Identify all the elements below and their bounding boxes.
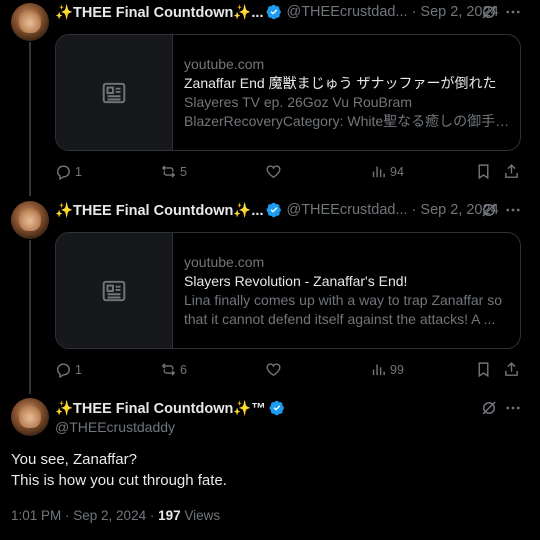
user-handle[interactable]: @THEEcrustdaddy	[55, 419, 175, 435]
card-title: Zanaffar End 魔獣まじゅう ザナッファーが倒れた	[184, 75, 497, 91]
card-thumbnail	[56, 35, 173, 150]
reply-count: 1	[75, 362, 82, 377]
repost-button[interactable]: 6	[160, 361, 187, 378]
views-icon	[372, 166, 385, 178]
tweet-text: You see, Zanaffar? This is how you cut t…	[11, 449, 227, 491]
more-icon[interactable]	[504, 3, 522, 21]
reply-button[interactable]: 1	[55, 361, 82, 378]
action-bar: 1 6 99	[55, 361, 521, 381]
repost-count: 5	[180, 164, 187, 179]
tweet-header: ✨THEE Final Countdown✨... @THEEcrustdad.…	[55, 2, 499, 22]
tweet-header: ✨THEE Final Countdown✨... @THEEcrustdad.…	[55, 200, 499, 220]
more-icon[interactable]	[504, 399, 522, 417]
thread-connector	[29, 240, 31, 394]
like-icon	[266, 165, 281, 179]
avatar[interactable]	[11, 398, 49, 436]
thread-connector	[29, 42, 31, 196]
display-name[interactable]: ✨THEE Final Countdown✨...	[55, 202, 263, 219]
article-icon	[102, 280, 126, 301]
repost-icon	[161, 363, 176, 376]
card-thumbnail	[56, 233, 173, 348]
share-icon	[505, 362, 518, 376]
tweet-text-line: You see, Zanaffar?	[11, 451, 137, 468]
user-handle[interactable]: @THEEcrustdad...	[286, 202, 407, 218]
card-description: Lina finally comes up with a way to trap…	[184, 292, 503, 327]
reply-icon	[57, 165, 70, 180]
share-icon	[505, 164, 518, 178]
grok-icon[interactable]	[480, 3, 498, 21]
more-icon[interactable]	[504, 201, 522, 219]
tweet-meta: 1:01 PM · Sep 2, 2024 · 197 Views	[11, 508, 220, 523]
card-description: Slayeres TV ep. 26Goz Vu RouBram BlazerR…	[184, 94, 496, 129]
display-name[interactable]: ✨THEE Final Countdown✨™	[55, 400, 266, 417]
separator: ·	[411, 4, 417, 20]
bookmark-icon	[478, 164, 489, 180]
separator: ·	[411, 202, 417, 218]
like-icon	[266, 363, 281, 377]
reply-count: 1	[75, 164, 82, 179]
views-count: 197	[158, 508, 181, 523]
card-domain: youtube.com	[184, 254, 265, 270]
views-count: 99	[390, 362, 404, 377]
share-button[interactable]	[503, 163, 520, 180]
share-button[interactable]	[503, 361, 520, 378]
bookmark-icon	[478, 362, 489, 378]
like-button[interactable]	[265, 361, 285, 378]
card-body: youtube.com Zanaffar End 魔獣まじゅう ザナッファーが倒…	[173, 35, 520, 150]
action-bar: 1 5 94	[55, 163, 521, 183]
views-label: Views	[180, 508, 221, 523]
link-card[interactable]: youtube.com Slayers Revolution - Zanaffa…	[55, 232, 521, 349]
link-card[interactable]: youtube.com Zanaffar End 魔獣まじゅう ザナッファーが倒…	[55, 34, 521, 151]
tweet-timestamp[interactable]: 1:01 PM · Sep 2, 2024 ·	[11, 508, 158, 523]
user-handle[interactable]: @THEEcrustdad...	[286, 4, 407, 20]
bookmark-button[interactable]	[475, 163, 492, 180]
repost-icon	[161, 165, 176, 178]
verified-badge-icon	[269, 400, 284, 416]
verified-badge-icon	[267, 202, 282, 218]
avatar[interactable]	[11, 3, 49, 41]
avatar[interactable]	[11, 201, 49, 239]
verified-badge-icon	[267, 4, 282, 20]
card-title: Slayers Revolution - Zanaffar's End!	[184, 273, 408, 289]
tweet-text-line: This is how you cut through fate.	[11, 472, 227, 489]
main-handle-row: @THEEcrustdaddy	[55, 417, 175, 437]
views-button[interactable]: 99	[370, 361, 404, 378]
grok-icon[interactable]	[480, 399, 498, 417]
bookmark-button[interactable]	[475, 361, 492, 378]
repost-count: 6	[180, 362, 187, 377]
grok-icon[interactable]	[480, 201, 498, 219]
reply-icon	[57, 363, 70, 378]
article-icon	[102, 82, 126, 103]
card-domain: youtube.com	[184, 56, 265, 72]
main-tweet-header: ✨THEE Final Countdown✨™	[55, 398, 285, 418]
card-body: youtube.com Slayers Revolution - Zanaffa…	[173, 233, 520, 348]
display-name[interactable]: ✨THEE Final Countdown✨...	[55, 4, 263, 21]
repost-button[interactable]: 5	[160, 163, 187, 180]
like-button[interactable]	[265, 163, 285, 180]
reply-button[interactable]: 1	[55, 163, 82, 180]
views-count: 94	[390, 164, 404, 179]
views-button[interactable]: 94	[370, 163, 404, 180]
views-icon	[372, 364, 385, 376]
